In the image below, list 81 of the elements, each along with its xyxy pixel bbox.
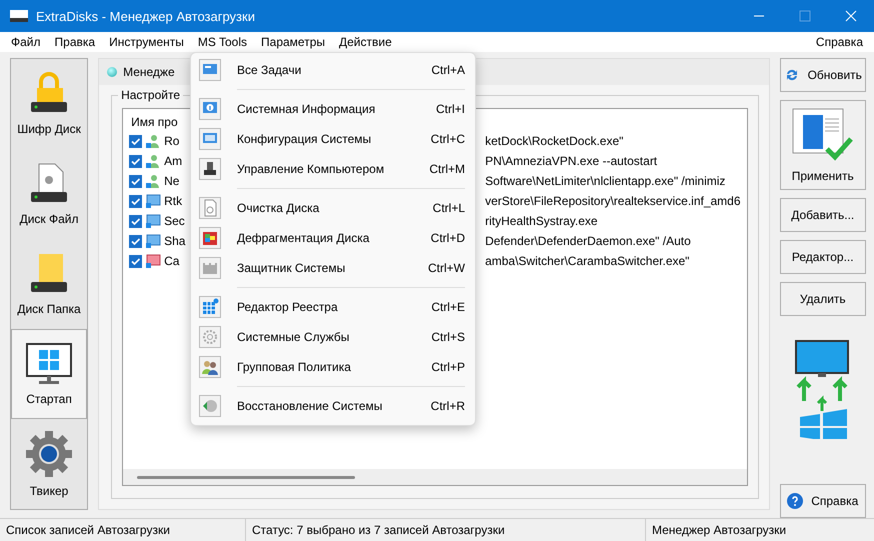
gear-icon bbox=[199, 326, 221, 348]
menu-item[interactable]: Редактор Реестра Ctrl+E bbox=[191, 292, 475, 322]
monitor-icon bbox=[145, 193, 162, 209]
monitor-icon bbox=[25, 342, 74, 386]
gear-icon bbox=[25, 430, 74, 478]
window-title: ExtraDisks - Менеджер Автозагрузки bbox=[36, 8, 256, 24]
menu-item[interactable]: Действие bbox=[332, 35, 399, 49]
menu-item[interactable]: Правка bbox=[48, 35, 102, 49]
program-name: Ne bbox=[164, 174, 180, 188]
tab-title: Менедже bbox=[123, 65, 175, 79]
action-button[interactable]: Добавить... bbox=[780, 198, 866, 232]
checkbox[interactable] bbox=[129, 174, 142, 188]
menu-item[interactable]: Параметры bbox=[254, 35, 332, 49]
checkbox[interactable] bbox=[129, 194, 142, 208]
program-name: Ro bbox=[164, 134, 180, 148]
info-icon bbox=[199, 98, 221, 120]
help-icon bbox=[787, 493, 804, 509]
status-text: Статус: 7 выбрано из 7 записей Автозагрузки bbox=[245, 519, 645, 541]
checkbox[interactable] bbox=[129, 134, 142, 148]
grid-icon bbox=[199, 296, 221, 318]
program-name: Sha bbox=[164, 234, 186, 248]
document-icon bbox=[199, 197, 221, 219]
program-name: Am bbox=[164, 154, 182, 168]
menu-item[interactable]: Конфигурация Системы Ctrl+C bbox=[191, 124, 475, 154]
action-button[interactable]: Удалить bbox=[780, 282, 866, 316]
user-icon bbox=[145, 173, 162, 189]
sidebar-item[interactable]: Твикер bbox=[11, 419, 88, 509]
checkbox[interactable] bbox=[129, 154, 142, 168]
checkbox[interactable] bbox=[129, 214, 142, 228]
program-name: Ca bbox=[164, 254, 180, 268]
restore-icon bbox=[199, 395, 221, 417]
menu-item[interactable]: Восстановление Системы Ctrl+R bbox=[191, 391, 475, 421]
status-text: Менеджер Автозагрузки bbox=[645, 519, 874, 541]
checkbox[interactable] bbox=[129, 234, 142, 248]
command-line: ketDock\RocketDock.exe" bbox=[485, 134, 624, 148]
command-line: Defender\DefenderDaemon.exe" /Auto bbox=[485, 234, 691, 248]
monitor-icon bbox=[199, 128, 221, 150]
horizontal-scrollbar[interactable] bbox=[123, 469, 747, 485]
program-name: Rtk bbox=[164, 194, 182, 208]
monitor-icon bbox=[145, 233, 162, 249]
users-icon bbox=[199, 356, 221, 378]
status-dot-icon bbox=[107, 67, 118, 77]
wall-icon bbox=[199, 257, 221, 279]
menu-item[interactable]: Дефрагментация Диска Ctrl+D bbox=[191, 223, 475, 253]
chart-icon bbox=[199, 227, 221, 249]
computer-icon bbox=[199, 158, 221, 180]
command-line: PN\AmneziaVPN.exe --autostart bbox=[485, 154, 658, 168]
help-button[interactable]: Справка bbox=[780, 484, 866, 518]
group-label: Настройте bbox=[118, 88, 183, 102]
monitor-icon bbox=[145, 213, 162, 229]
command-line: verStore\FileRepository\realtekservice.inf_amd6 bbox=[485, 194, 741, 208]
menu-item[interactable]: Управление Компьютером Ctrl+M bbox=[191, 154, 475, 184]
monitor-icon bbox=[199, 59, 221, 81]
refresh-button[interactable]: Обновить bbox=[780, 58, 866, 92]
program-name: Sec bbox=[164, 214, 185, 228]
command-line: Software\NetLimiter\nlclientapp.exe" /minimiz bbox=[485, 174, 726, 188]
action-button[interactable]: Редактор... bbox=[780, 240, 866, 274]
column-header[interactable]: Имя про bbox=[131, 115, 178, 129]
menu-item[interactable]: Все Задачи Ctrl+A bbox=[191, 55, 475, 85]
user-icon bbox=[145, 153, 162, 169]
sidebar-item[interactable]: Диск Папка bbox=[11, 239, 88, 329]
menu-item[interactable]: Инструменты bbox=[102, 35, 191, 49]
sidebar-item[interactable]: Диск Файл bbox=[11, 149, 88, 239]
user-icon bbox=[145, 133, 162, 149]
app-icon bbox=[10, 10, 28, 22]
status-text: Список записей Автозагрузки bbox=[5, 522, 171, 539]
menu-item[interactable]: MS Tools bbox=[190, 35, 254, 49]
menu-item[interactable]: Очистка Диска Ctrl+L bbox=[191, 193, 475, 223]
menu-item[interactable]: Системная Информация Ctrl+I bbox=[191, 94, 475, 124]
sidebar-item[interactable]: Стартап bbox=[11, 329, 88, 419]
menu-item[interactable]: Справка bbox=[808, 35, 870, 49]
command-line: amba\Switcher\CarambaSwitcher.exe" bbox=[485, 254, 690, 268]
menu-item[interactable]: Системные Службы Ctrl+S bbox=[191, 322, 475, 352]
apply-button[interactable]: Применить bbox=[780, 100, 866, 190]
sidebar-item[interactable]: Шифр Диск bbox=[11, 59, 88, 149]
command-line: rityHealthSystray.exe bbox=[485, 214, 598, 228]
checkbox[interactable] bbox=[129, 254, 142, 268]
monitor-icon bbox=[145, 253, 162, 269]
menu-item[interactable]: Файл bbox=[4, 35, 48, 49]
menu-item[interactable]: Защитник Системы Ctrl+W bbox=[191, 253, 475, 283]
menu-item[interactable]: Групповая Политика Ctrl+P bbox=[191, 352, 475, 382]
